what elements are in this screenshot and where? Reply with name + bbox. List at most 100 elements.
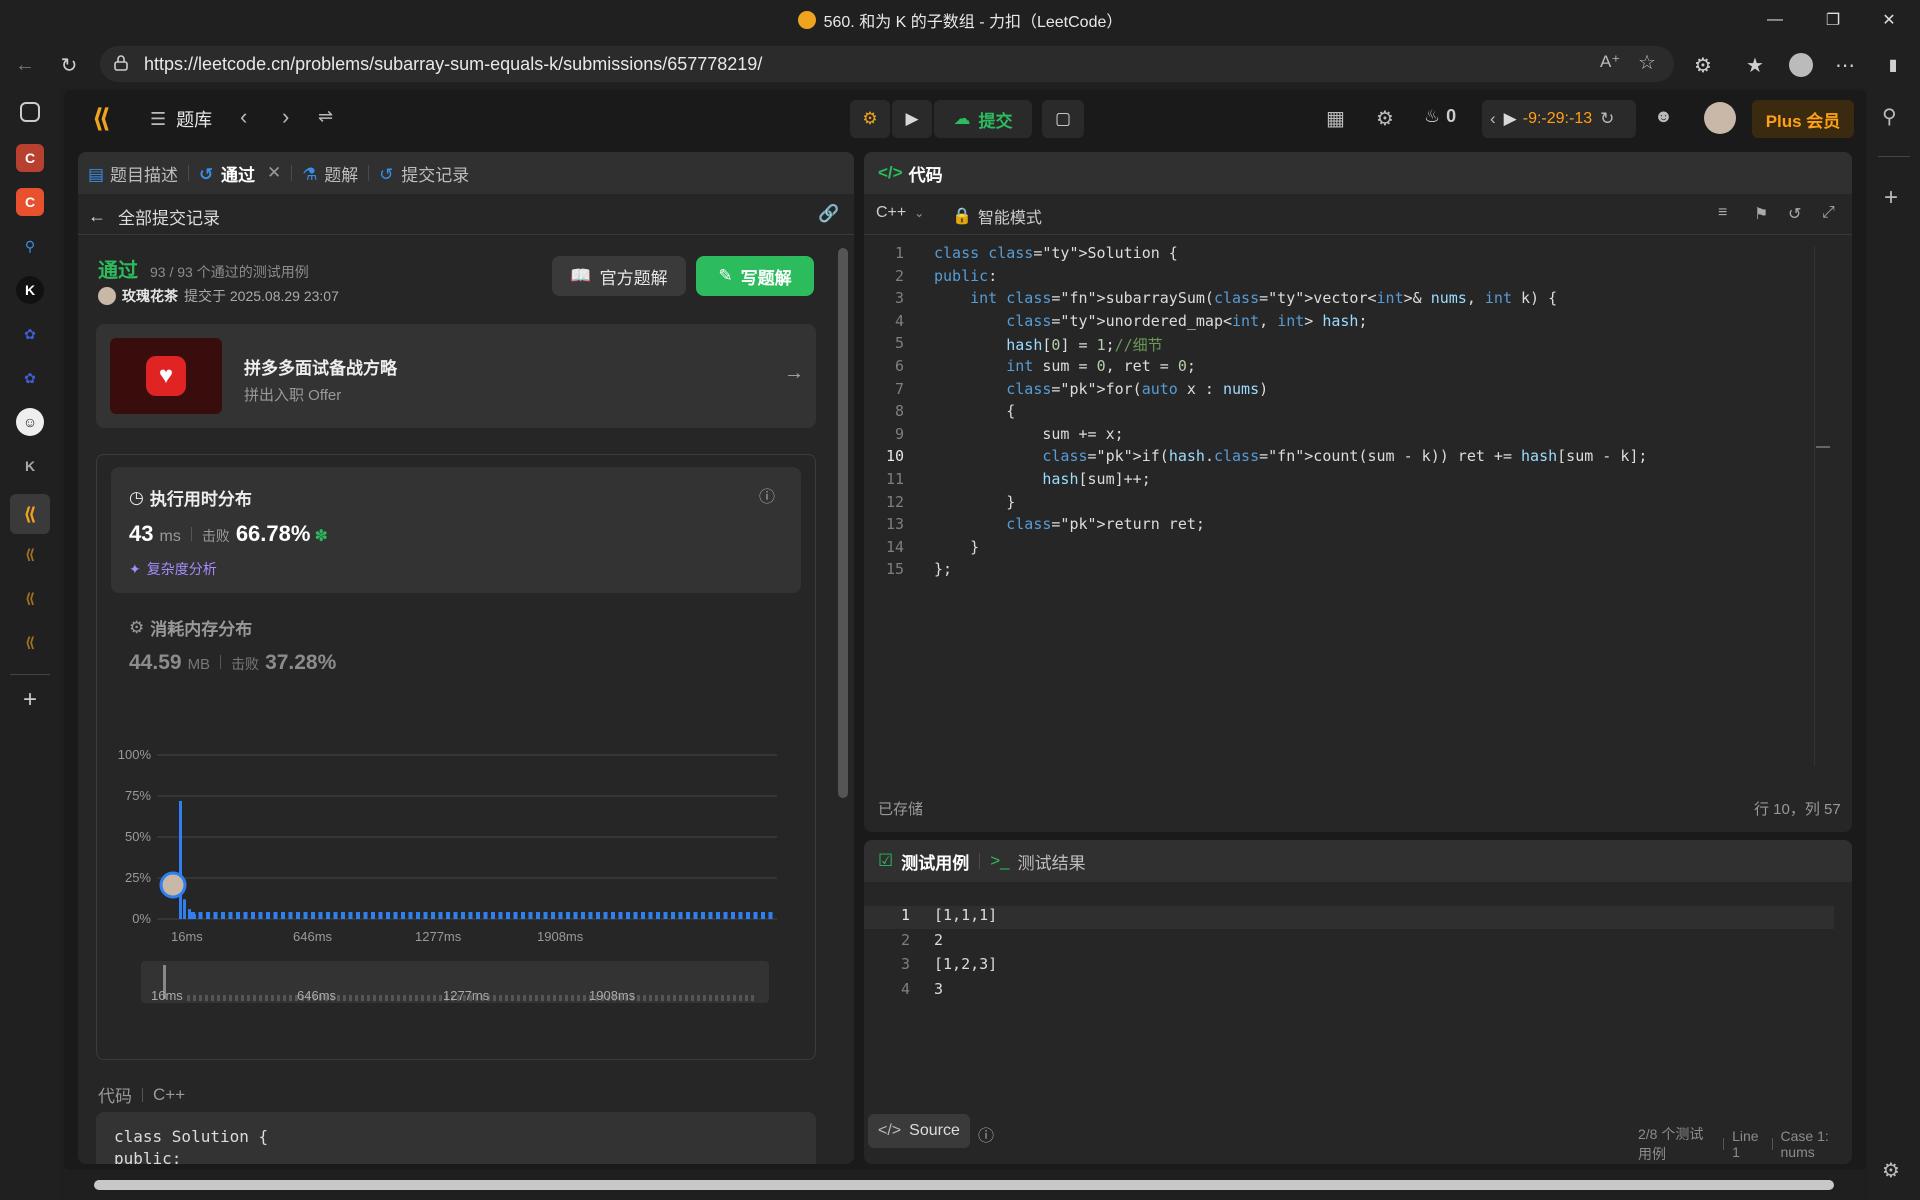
chart-bar xyxy=(228,912,233,919)
notes-button[interactable]: ▢ xyxy=(1042,100,1084,138)
leetcode-logo-icon[interactable]: ⟪ xyxy=(92,104,116,132)
reset-icon[interactable]: ↺ xyxy=(1788,204,1801,224)
memory-title-row[interactable]: ⚙ 消耗内存分布 xyxy=(129,615,252,640)
code-preview-line: public: xyxy=(114,1149,182,1164)
url-field[interactable]: https://leetcode.cn/problems/subarray-su… xyxy=(100,46,1674,82)
testcase-line[interactable]: 1 [1,1,1] xyxy=(864,906,1834,929)
memory-values: 44.59 MB 击败 37.28% xyxy=(129,651,336,675)
sidebar-toggle-icon[interactable]: ▮ xyxy=(1878,50,1908,80)
bookmark-icon[interactable]: ⚑ xyxy=(1754,204,1768,224)
tab-test-result[interactable]: >_ 测试结果 xyxy=(980,840,1095,882)
chart-range-bar xyxy=(187,995,190,1001)
back-icon[interactable]: ← xyxy=(10,50,40,80)
username[interactable]: 玫瑰花茶 xyxy=(122,286,178,306)
testcase-line[interactable]: 22 xyxy=(864,931,1834,954)
refresh-icon[interactable]: ↻ xyxy=(54,50,84,80)
chart-bar xyxy=(311,912,315,919)
random-problem-icon[interactable]: ⇌ xyxy=(318,106,333,127)
tab-solutions[interactable]: ⚗ 题解 xyxy=(292,152,368,194)
tab-submissions[interactable]: ↺ 提交记录 xyxy=(369,152,479,194)
editor-tab-label[interactable]: 代码 xyxy=(909,161,943,186)
tab-description[interactable]: ▤ 题目描述 xyxy=(78,152,188,194)
smart-mode-toggle[interactable]: 🔒 智能模式 xyxy=(952,204,1042,228)
avatar-tab-icon[interactable]: ☺ xyxy=(16,408,44,436)
tab-accepted[interactable]: ↺ 通过 ✕ xyxy=(189,152,291,194)
k-tab-icon[interactable]: K xyxy=(16,276,44,304)
scrollbar-thumb[interactable] xyxy=(94,1180,1834,1190)
leetcode-tab-icon[interactable]: ⟪ xyxy=(16,628,44,656)
testcase-panel: ☑ 测试用例 >_ 测试结果 1 [1,1,1] 2 2 3 [1,2,3] 4 3 </> … xyxy=(864,840,1852,1164)
help-icon[interactable]: ⓘ xyxy=(978,1122,994,1146)
minimize-icon[interactable]: — xyxy=(1752,0,1798,40)
complexity-analysis-link[interactable]: ✦ 复杂度分析 xyxy=(129,559,217,579)
code-text: int sum = 0, ret = 0; xyxy=(1006,357,1196,375)
close-tab-icon[interactable]: ✕ xyxy=(267,163,281,183)
add-icon[interactable]: + xyxy=(1884,184,1898,212)
streak-counter[interactable]: ♨ 0 xyxy=(1424,106,1456,127)
official-solution-button[interactable]: 📖 官方题解 xyxy=(552,256,686,296)
leetcode-tab-icon[interactable]: ⟪ xyxy=(16,540,44,568)
close-window-icon[interactable]: ✕ xyxy=(1866,0,1912,40)
chart-range-bar xyxy=(367,995,370,1001)
tab-actions-icon[interactable] xyxy=(20,102,40,122)
timer-widget[interactable]: ‹ ▶ -9:-29:-13 ↻ xyxy=(1482,100,1636,138)
runtime-card[interactable]: ◷ 执行用时分布 ⓘ 43 ms 击败 66.78% ✽ ✦ 复杂度分析 xyxy=(111,467,801,593)
csdn-tab-icon[interactable]: C xyxy=(16,144,44,172)
testcase-line[interactable]: 43 xyxy=(864,980,1834,1003)
testcase-line[interactable]: 3 [1,2,3] xyxy=(864,955,1834,978)
fullscreen-icon[interactable]: ⤢ xyxy=(1822,204,1835,222)
left-panel-scrollbar[interactable] xyxy=(838,248,848,798)
info-icon[interactable]: ⓘ xyxy=(759,483,775,507)
invite-user-icon[interactable]: ☻ xyxy=(1654,106,1673,127)
play-icon: ▶ xyxy=(905,109,919,128)
favorite-star-icon[interactable]: ☆ xyxy=(1638,50,1656,75)
format-icon[interactable]: ≡ xyxy=(1718,204,1727,222)
k-tab-icon[interactable]: K xyxy=(16,452,44,480)
testcase-editor[interactable]: 1 [1,1,1] 2 2 3 [1,2,3] 4 3 xyxy=(864,906,1852,1006)
share-link-icon[interactable]: 🔗 xyxy=(818,204,839,224)
extensions-icon[interactable]: ⚙ xyxy=(1688,50,1718,80)
back-to-submissions-link[interactable]: ← 全部提交记录 xyxy=(88,204,220,229)
write-solution-button[interactable]: ✎ 写题解 xyxy=(696,256,814,296)
plus-membership-button[interactable]: Plus 会员 xyxy=(1752,100,1854,138)
code-preview[interactable]: class Solution { public: xyxy=(96,1112,816,1164)
chart-bar xyxy=(566,912,570,919)
profile-icon[interactable] xyxy=(1786,50,1816,80)
history-icon: ↺ xyxy=(379,165,394,184)
read-aloud-icon[interactable]: A⁺ xyxy=(1600,52,1620,72)
new-tab-icon[interactable]: + xyxy=(16,686,44,714)
tab-testcase[interactable]: ☑ 测试用例 xyxy=(868,840,979,882)
restore-icon[interactable]: ❐ xyxy=(1810,0,1856,40)
run-button[interactable]: ▶ xyxy=(892,100,932,138)
user-avatar[interactable] xyxy=(1704,102,1736,134)
line-number: 10 xyxy=(885,447,904,466)
next-problem-icon[interactable]: › xyxy=(282,104,289,130)
leetcode-tab-icon[interactable]: ⟪ xyxy=(16,584,44,612)
code-text: hash[sum]++; xyxy=(1042,470,1151,488)
favorites-icon[interactable]: ★ xyxy=(1740,50,1770,80)
bird-tab-icon[interactable]: ✿ xyxy=(16,364,44,392)
settings-gear-icon[interactable]: ⚙ xyxy=(1882,1158,1900,1183)
problem-bank-link[interactable]: ☰ 题库 xyxy=(150,106,212,132)
submit-button[interactable]: ☁ 提交 xyxy=(934,100,1032,138)
search-icon[interactable]: ⚲ xyxy=(1882,104,1897,129)
horizontal-scrollbar[interactable] xyxy=(64,1176,1866,1194)
line-number: 14 xyxy=(885,537,904,556)
bird-tab-icon[interactable]: ✿ xyxy=(16,320,44,348)
promo-card[interactable]: ♥ 拼多多面试备战方略 拼出入职 Offer → xyxy=(96,324,816,428)
runtime-distribution-chart[interactable]: 100% 75% 50% 25% 0% 16ms 646ms 1277ms 1908ms 16ms… xyxy=(97,725,817,1061)
chart-bar xyxy=(281,912,285,919)
language-select[interactable]: C++ ⌄ xyxy=(876,204,924,222)
chart-range-bar xyxy=(697,995,700,1001)
debug-button[interactable]: ⚙ xyxy=(850,100,890,138)
search-tab-icon[interactable]: ⚲ xyxy=(16,232,44,260)
more-menu-icon[interactable]: ⋯ xyxy=(1830,50,1860,80)
chart-bar xyxy=(476,912,480,919)
prev-problem-icon[interactable]: ‹ xyxy=(240,104,247,130)
csdn-tab-icon[interactable]: C xyxy=(16,188,44,216)
settings-icon[interactable]: ⚙ xyxy=(1376,106,1394,131)
source-button[interactable]: </> Source xyxy=(868,1114,970,1148)
layout-icon[interactable]: ▦ xyxy=(1326,106,1345,131)
leetcode-tab-icon[interactable]: ⟪ xyxy=(10,494,50,534)
code-editor[interactable]: 1 class class="ty">Solution {2 public: 3 in… xyxy=(864,244,1824,764)
